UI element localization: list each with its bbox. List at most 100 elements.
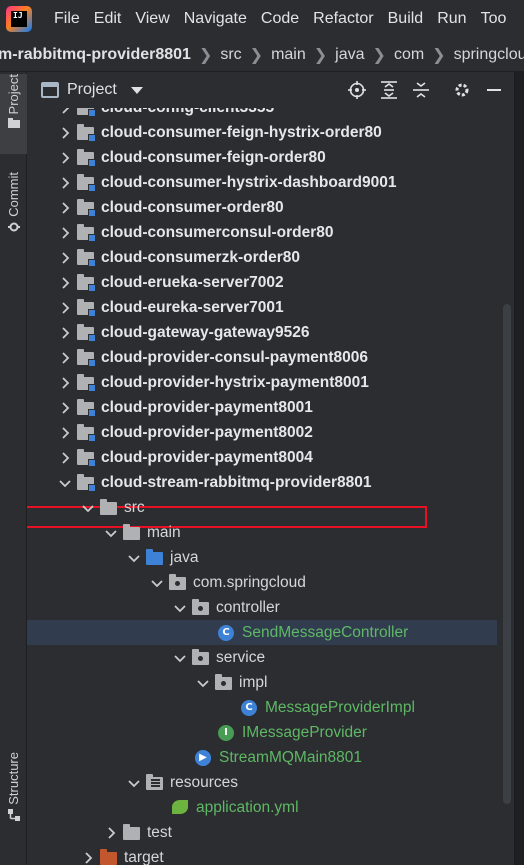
collapse-all-icon[interactable] bbox=[411, 80, 431, 100]
tree-row[interactable]: test bbox=[27, 820, 497, 845]
chevron-right-icon[interactable] bbox=[57, 200, 73, 216]
chevron-right-icon[interactable] bbox=[57, 225, 73, 241]
tree-row[interactable]: cloud-provider-payment8001 bbox=[27, 395, 497, 420]
project-tree: cloud-config-client3355 cloud-consumer-fe… bbox=[27, 108, 514, 865]
tree-row[interactable]: main bbox=[27, 520, 497, 545]
tree-row[interactable]: C SendMessageController bbox=[27, 620, 497, 645]
chevron-down-icon[interactable] bbox=[172, 650, 188, 666]
chevron-right-icon[interactable] bbox=[103, 825, 119, 841]
tab-project[interactable]: Project bbox=[0, 74, 27, 154]
tree-row[interactable]: service bbox=[27, 645, 497, 670]
menu-item-view[interactable]: View bbox=[135, 10, 169, 28]
tree-row[interactable]: controller bbox=[27, 595, 497, 620]
module-folder-icon bbox=[77, 323, 96, 342]
breadcrumb-item[interactable]: main bbox=[271, 46, 306, 64]
menu-item-code[interactable]: Code bbox=[261, 10, 299, 28]
tab-commit[interactable]: Commit bbox=[0, 172, 27, 244]
breadcrumb-item[interactable]: m-rabbitmq-provider8801 bbox=[0, 46, 191, 64]
tree-row[interactable]: cloud-config-client3355 bbox=[27, 108, 497, 120]
chevron-right-icon[interactable] bbox=[57, 400, 73, 416]
tree-row[interactable]: I IMessageProvider bbox=[27, 720, 497, 745]
minimize-icon[interactable] bbox=[484, 80, 504, 100]
intellij-logo-icon[interactable]: IJ bbox=[6, 6, 32, 32]
tree-row[interactable]: cloud-eureka-server7001 bbox=[27, 295, 497, 320]
tree-row[interactable]: ▶ StreamMQMain8801 bbox=[27, 745, 497, 770]
tree-row[interactable]: C MessageProviderImpl bbox=[27, 695, 497, 720]
tree-item-label: cloud-consumer-hystrix-dashboard9001 bbox=[101, 173, 397, 191]
chevron-right-icon[interactable] bbox=[57, 450, 73, 466]
tree-row[interactable]: impl bbox=[27, 670, 497, 695]
scrollbar-thumb[interactable] bbox=[503, 304, 511, 804]
chevron-right-icon[interactable] bbox=[57, 250, 73, 266]
breadcrumb-item[interactable]: springcloud bbox=[454, 46, 524, 64]
chevron-right-icon[interactable] bbox=[57, 175, 73, 191]
chevron-right-icon[interactable] bbox=[57, 150, 73, 166]
menu-item-file[interactable]: File bbox=[54, 10, 80, 28]
tree-row[interactable]: cloud-provider-hystrix-payment8001 bbox=[27, 370, 497, 395]
breadcrumb-item[interactable]: src bbox=[220, 46, 241, 64]
package-icon bbox=[192, 598, 210, 616]
tree-row[interactable]: cloud-stream-rabbitmq-provider8801 bbox=[27, 470, 497, 495]
source-folder-icon bbox=[146, 548, 164, 566]
locate-icon[interactable] bbox=[347, 80, 367, 100]
module-folder-icon bbox=[77, 198, 96, 217]
menu-item-too[interactable]: Too bbox=[481, 10, 507, 28]
chevron-right-icon[interactable] bbox=[80, 850, 96, 865]
panel-title[interactable]: Project bbox=[67, 81, 117, 99]
breadcrumb-item[interactable]: com bbox=[394, 46, 424, 64]
module-folder-icon bbox=[77, 108, 96, 117]
menu-item-build[interactable]: Build bbox=[388, 10, 424, 28]
gear-icon[interactable] bbox=[452, 80, 472, 100]
chevron-down-icon[interactable] bbox=[80, 500, 96, 516]
tree-row[interactable]: com.springcloud bbox=[27, 570, 497, 595]
tree-row[interactable]: cloud-consumerzk-order80 bbox=[27, 245, 497, 270]
view-dropdown-icon[interactable] bbox=[130, 86, 143, 94]
breadcrumb-item[interactable]: java bbox=[335, 46, 364, 64]
tree-row[interactable]: cloud-consumer-order80 bbox=[27, 195, 497, 220]
tree-row[interactable]: cloud-gateway-gateway9526 bbox=[27, 320, 497, 345]
chevron-right-icon[interactable] bbox=[57, 325, 73, 341]
resources-folder-icon bbox=[146, 773, 164, 791]
tree-row[interactable]: java bbox=[27, 545, 497, 570]
tree-item-label: cloud-eureka-server7001 bbox=[101, 298, 284, 316]
menu-item-run[interactable]: Run bbox=[437, 10, 466, 28]
tree-row[interactable]: cloud-consumer-feign-hystrix-order80 bbox=[27, 120, 497, 145]
tree-item-label: cloud-erueka-server7002 bbox=[101, 273, 284, 291]
chevron-right-icon[interactable] bbox=[57, 300, 73, 316]
tree-row[interactable]: cloud-erueka-server7002 bbox=[27, 270, 497, 295]
tree-row[interactable]: application.yml bbox=[27, 795, 497, 820]
tree-row[interactable]: src bbox=[27, 495, 497, 520]
chevron-down-icon[interactable] bbox=[126, 550, 142, 566]
tree-row[interactable]: target bbox=[27, 845, 497, 865]
module-folder-icon bbox=[77, 373, 96, 392]
expand-all-icon[interactable] bbox=[379, 80, 399, 100]
chevron-down-icon[interactable] bbox=[149, 575, 165, 591]
tool-window-strip: Project Commit Structure bbox=[0, 72, 27, 865]
chevron-right-icon[interactable] bbox=[57, 108, 73, 116]
chevron-down-icon[interactable] bbox=[103, 525, 119, 541]
chevron-down-icon[interactable] bbox=[126, 775, 142, 791]
tree-row[interactable]: cloud-provider-payment8004 bbox=[27, 445, 497, 470]
tree-row[interactable]: cloud-consumer-feign-order80 bbox=[27, 145, 497, 170]
chevron-down-icon[interactable] bbox=[57, 475, 73, 491]
menu-item-navigate[interactable]: Navigate bbox=[184, 10, 247, 28]
chevron-down-icon[interactable] bbox=[195, 675, 211, 691]
chevron-down-icon[interactable] bbox=[172, 600, 188, 616]
menu-item-edit[interactable]: Edit bbox=[94, 10, 122, 28]
tab-structure[interactable]: Structure bbox=[0, 752, 27, 838]
menu-item-refactor[interactable]: Refactor bbox=[313, 10, 373, 28]
tree-row[interactable]: resources bbox=[27, 770, 497, 795]
chevron-right-icon[interactable] bbox=[57, 350, 73, 366]
scrollbar[interactable] bbox=[502, 108, 514, 865]
chevron-right-icon[interactable] bbox=[57, 425, 73, 441]
tree-row[interactable]: cloud-provider-consul-payment8006 bbox=[27, 345, 497, 370]
tree-item-label: target bbox=[124, 848, 164, 865]
tree-row[interactable]: cloud-consumer-hystrix-dashboard9001 bbox=[27, 170, 497, 195]
tree-item-label: cloud-provider-consul-payment8006 bbox=[101, 348, 369, 366]
chevron-right-icon[interactable] bbox=[57, 125, 73, 141]
chevron-right-icon[interactable] bbox=[57, 275, 73, 291]
tree-row[interactable]: cloud-provider-payment8002 bbox=[27, 420, 497, 445]
chevron-right-icon[interactable] bbox=[57, 375, 73, 391]
tree-item-label: cloud-consumer-order80 bbox=[101, 198, 284, 216]
tree-row[interactable]: cloud-consumerconsul-order80 bbox=[27, 220, 497, 245]
